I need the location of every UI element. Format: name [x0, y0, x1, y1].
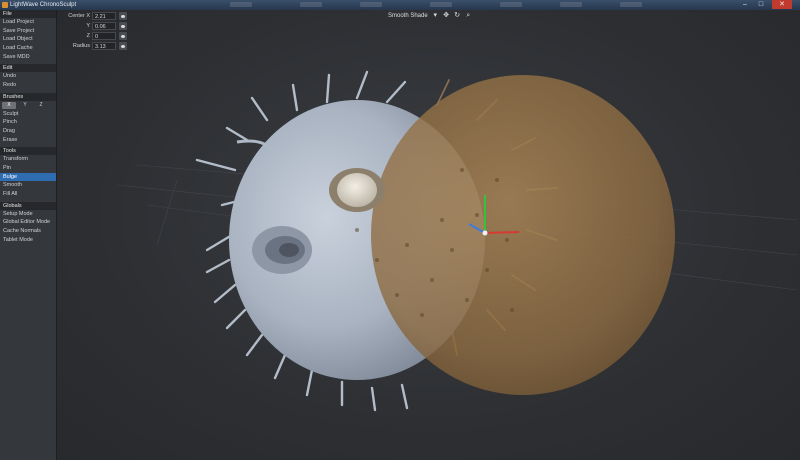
eye-icon[interactable]	[119, 42, 127, 50]
move-icon[interactable]: ✥	[443, 12, 450, 19]
center-x-field[interactable]: 2.21	[92, 12, 116, 20]
menu-item-load-object[interactable]: Load Object	[0, 35, 56, 44]
viewport-3d[interactable]	[57, 10, 800, 460]
menu-item-save-mdd[interactable]: Save MDD	[0, 53, 56, 62]
axis-z-toggle[interactable]: Z	[34, 102, 48, 109]
center-y-field[interactable]: 0.06	[92, 22, 116, 30]
taskbar-thumb	[500, 2, 522, 7]
menu-item-pin[interactable]: Pin	[0, 164, 56, 173]
fish-eye	[337, 173, 377, 207]
taskbar-thumb	[620, 2, 642, 7]
eye-icon[interactable]	[119, 12, 127, 20]
taskbar-thumb	[430, 2, 452, 7]
section-header-file: File	[0, 10, 56, 18]
menu-item-erase[interactable]: Erase	[0, 136, 56, 145]
menu-item-bulge[interactable]: Bulge	[0, 172, 56, 182]
rotate-icon[interactable]: ↻	[454, 12, 461, 19]
menu-item-smooth[interactable]: Smooth	[0, 181, 56, 190]
sidebar: File Load Project Save Project Load Obje…	[0, 10, 57, 460]
menu-item-drag[interactable]: Drag	[0, 127, 56, 136]
menu-item-load-cache[interactable]: Load Cache	[0, 44, 56, 53]
property-row-z: Z 0	[58, 31, 130, 41]
brush-radius-sphere	[371, 75, 675, 395]
shading-mode-select[interactable]: Smooth Shade	[388, 13, 428, 19]
center-z-field[interactable]: 0	[92, 32, 116, 40]
section-header-globals: Globals	[0, 201, 56, 210]
axis-y-toggle[interactable]: Y	[18, 102, 32, 109]
viewport-toolbar: Smooth Shade ▾ ✥ ↻ ⌕	[388, 12, 472, 19]
menu-item-fill-all[interactable]: Fill All	[0, 190, 56, 199]
taskbar-thumb	[360, 2, 382, 7]
section-header-tools: Tools	[0, 147, 56, 156]
viewport-canvas	[116, 70, 798, 412]
menu-item-save-project[interactable]: Save Project	[0, 27, 56, 36]
close-button[interactable]: ✕	[772, 0, 792, 9]
axis-x-toggle[interactable]: X	[2, 101, 16, 109]
property-row-radius: Radius 3.13	[58, 41, 130, 51]
chevron-down-icon[interactable]: ▾	[432, 12, 439, 19]
taskbar-thumb	[300, 2, 322, 7]
window-title: LightWave ChronoSculpt	[10, 2, 77, 8]
menu-item-tablet-mode[interactable]: Tablet Mode	[0, 236, 56, 245]
minimize-button[interactable]: –	[738, 0, 752, 9]
axis-toggle-group: X Y Z	[0, 101, 56, 110]
maximize-button[interactable]: □	[754, 0, 768, 9]
eye-icon[interactable]	[119, 32, 127, 40]
app-icon	[2, 2, 8, 8]
property-label: Center X	[68, 13, 90, 19]
menu-item-transform[interactable]: Transform	[0, 155, 56, 164]
taskbar-thumb	[560, 2, 582, 7]
menu-item-global-editor-mode[interactable]: Global Editor Mode	[0, 218, 56, 227]
property-row-center-x: Center X 2.21	[58, 11, 130, 21]
property-row-y: Y 0.06	[58, 21, 130, 31]
property-label: Z	[86, 33, 90, 39]
property-label: Y	[86, 23, 90, 29]
eye-icon[interactable]	[119, 22, 127, 30]
menu-item-setup-mode[interactable]: Setup Mode	[0, 210, 56, 219]
menu-item-cache-normals[interactable]: Cache Normals	[0, 227, 56, 236]
property-label: Radius	[72, 43, 90, 49]
menu-item-sculpt[interactable]: Sculpt	[0, 110, 56, 119]
zoom-icon[interactable]: ⌕	[465, 12, 472, 19]
menu-item-load-project[interactable]: Load Project	[0, 18, 56, 27]
menu-item-redo[interactable]: Redo	[0, 81, 56, 90]
brush-properties-panel: Center X 2.21 Y 0.06 Z 0 Radius 3.13	[58, 11, 130, 51]
menu-item-undo[interactable]: Undo	[0, 72, 56, 81]
taskbar-thumb	[230, 2, 252, 7]
section-header-edit: Edit	[0, 64, 56, 73]
radius-field[interactable]: 3.13	[92, 42, 116, 50]
menu-item-pinch[interactable]: Pinch	[0, 118, 56, 127]
section-header-brushes: Brushes	[0, 92, 56, 101]
